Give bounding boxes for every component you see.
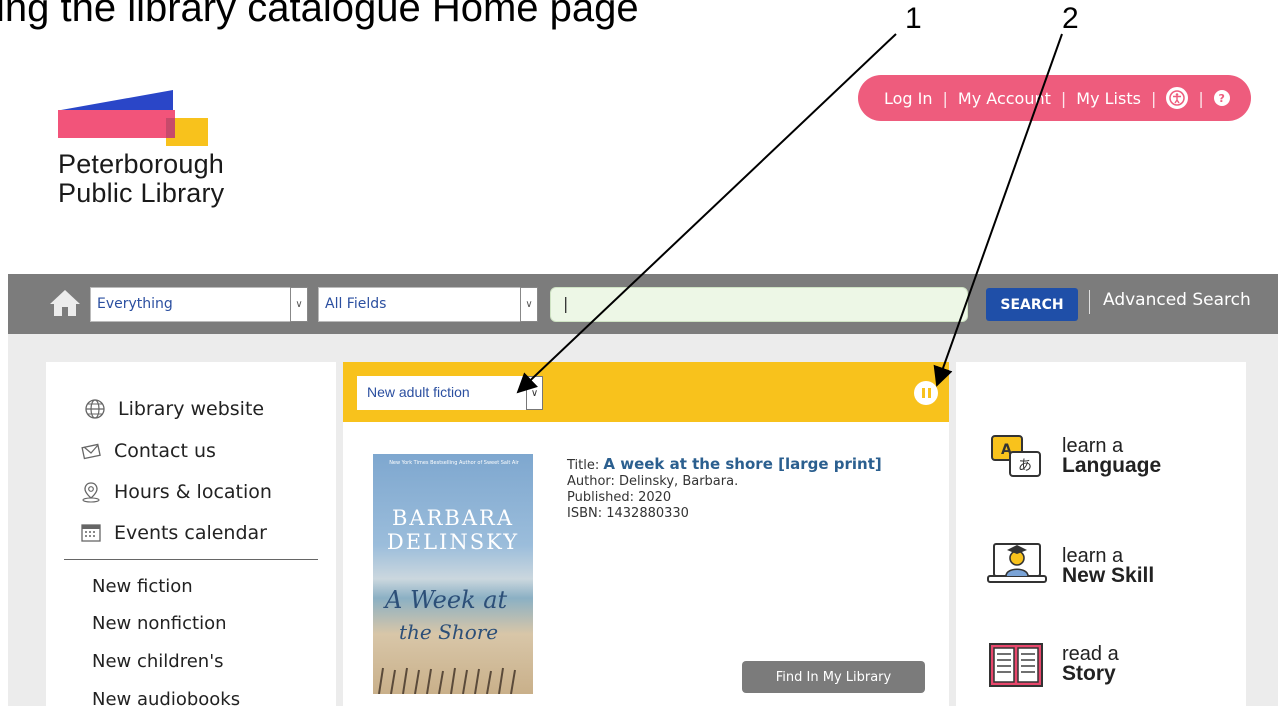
separator: | xyxy=(1198,88,1204,108)
book-published: Published: 2020 xyxy=(567,490,672,505)
pause-icon[interactable] xyxy=(914,381,938,405)
my-account-link[interactable]: My Account xyxy=(958,89,1051,108)
cover-title-line1: A Week at xyxy=(385,586,508,614)
carousel-header: New adult fiction ∨ xyxy=(343,362,949,422)
events-calendar-link[interactable]: Events calendar xyxy=(80,522,267,544)
callout-number-1: 1 xyxy=(905,2,922,35)
search-field-select[interactable]: All Fields xyxy=(318,287,536,322)
book-cover[interactable]: New York Times Bestselling Author of Swe… xyxy=(373,454,533,694)
callout-number-2: 2 xyxy=(1062,2,1079,35)
search-button[interactable]: SEARCH xyxy=(986,288,1078,321)
right-item-top: learn a xyxy=(1062,545,1124,567)
book-isbn: ISBN: 1432880330 xyxy=(567,506,689,521)
envelope-icon xyxy=(80,440,102,462)
new-titles-carousel: New adult fiction ∨ New York Times Bests… xyxy=(343,362,949,706)
cover-author-first: BARBARA xyxy=(392,506,514,530)
search-input[interactable] xyxy=(550,287,968,322)
read-story-link[interactable]: read a Story xyxy=(986,640,1119,694)
cover-author-last: DELINSKY xyxy=(386,530,520,554)
book-details: Title: A week at the shore [large print]… xyxy=(567,456,882,522)
divider xyxy=(1089,290,1090,314)
cover-title-line2: the Shore xyxy=(399,620,499,644)
separator: | xyxy=(942,88,948,108)
accessibility-icon[interactable] xyxy=(1166,87,1189,109)
list-select[interactable]: New adult fiction xyxy=(357,376,542,410)
quick-links-panel: Library website Contact us Hours & locat… xyxy=(46,362,336,710)
new-fiction-link[interactable]: New fiction xyxy=(92,576,193,597)
svg-text:あ: あ xyxy=(1018,458,1032,474)
chevron-down-icon[interactable]: ∨ xyxy=(526,376,543,410)
new-audiobooks-link[interactable]: New audiobooks xyxy=(92,689,240,710)
right-item-bottom: New Skill xyxy=(1062,564,1155,587)
library-name-line1: Peterborough xyxy=(58,149,225,179)
book-title-link[interactable]: A week at the shore [large print] xyxy=(603,455,881,473)
library-name: Peterborough Public Library xyxy=(58,150,224,208)
language-icon: A あ xyxy=(991,435,1041,477)
right-item-bottom: Language xyxy=(1062,454,1162,477)
search-bar: Everything ∨ All Fields ∨ SEARCH Advance… xyxy=(8,274,1278,334)
chevron-down-icon[interactable]: ∨ xyxy=(290,287,308,322)
login-link[interactable]: Log In xyxy=(884,89,933,108)
cover-fence-art xyxy=(378,667,516,694)
divider xyxy=(64,559,318,560)
new-childrens-link[interactable]: New children's xyxy=(92,651,224,672)
right-item-bottom: Story xyxy=(1062,662,1116,685)
find-in-library-button[interactable]: Find In My Library xyxy=(742,661,925,693)
separator: | xyxy=(1060,88,1067,108)
graduate-icon xyxy=(987,543,1047,583)
home-icon[interactable] xyxy=(48,288,82,318)
new-nonfiction-link[interactable]: New nonfiction xyxy=(92,613,227,634)
link-label: Events calendar xyxy=(114,522,267,544)
calendar-icon xyxy=(80,522,102,544)
hours-location-link[interactable]: Hours & location xyxy=(80,481,272,503)
slide-title: ing the library catalogue Home page xyxy=(0,0,639,30)
help-icon[interactable]: ? xyxy=(1213,90,1230,106)
my-lists-link[interactable]: My Lists xyxy=(1076,89,1141,108)
learning-panel: A あ learn a Language learn a New Skill r… xyxy=(956,362,1246,706)
link-label: Hours & location xyxy=(114,481,272,503)
right-item-top: read a xyxy=(1062,643,1119,665)
link-label: Contact us xyxy=(114,440,216,462)
book-icon xyxy=(989,643,1043,687)
location-icon xyxy=(80,481,102,503)
book-author: Author: Delinsky, Barbara. xyxy=(567,474,739,489)
contact-us-link[interactable]: Contact us xyxy=(80,440,216,462)
globe-icon xyxy=(84,398,106,420)
advanced-search-link[interactable]: Advanced Search xyxy=(1103,290,1251,310)
learn-language-link[interactable]: A あ learn a Language xyxy=(986,432,1161,486)
link-label: Library website xyxy=(118,398,265,420)
library-name-line2: Public Library xyxy=(58,178,225,208)
chevron-down-icon[interactable]: ∨ xyxy=(520,287,538,322)
separator: | xyxy=(1150,88,1157,108)
library-website-link[interactable]: Library website xyxy=(84,398,264,420)
search-scope-select[interactable]: Everything xyxy=(90,287,292,322)
right-item-top: learn a xyxy=(1062,435,1124,457)
title-label: Title: xyxy=(567,458,600,473)
cover-tagline: New York Times Bestselling Author of Swe… xyxy=(389,460,519,466)
account-menu: Log In | My Account | My Lists | | ? xyxy=(858,75,1251,121)
learn-new-skill-link[interactable]: learn a New Skill xyxy=(986,536,1154,590)
